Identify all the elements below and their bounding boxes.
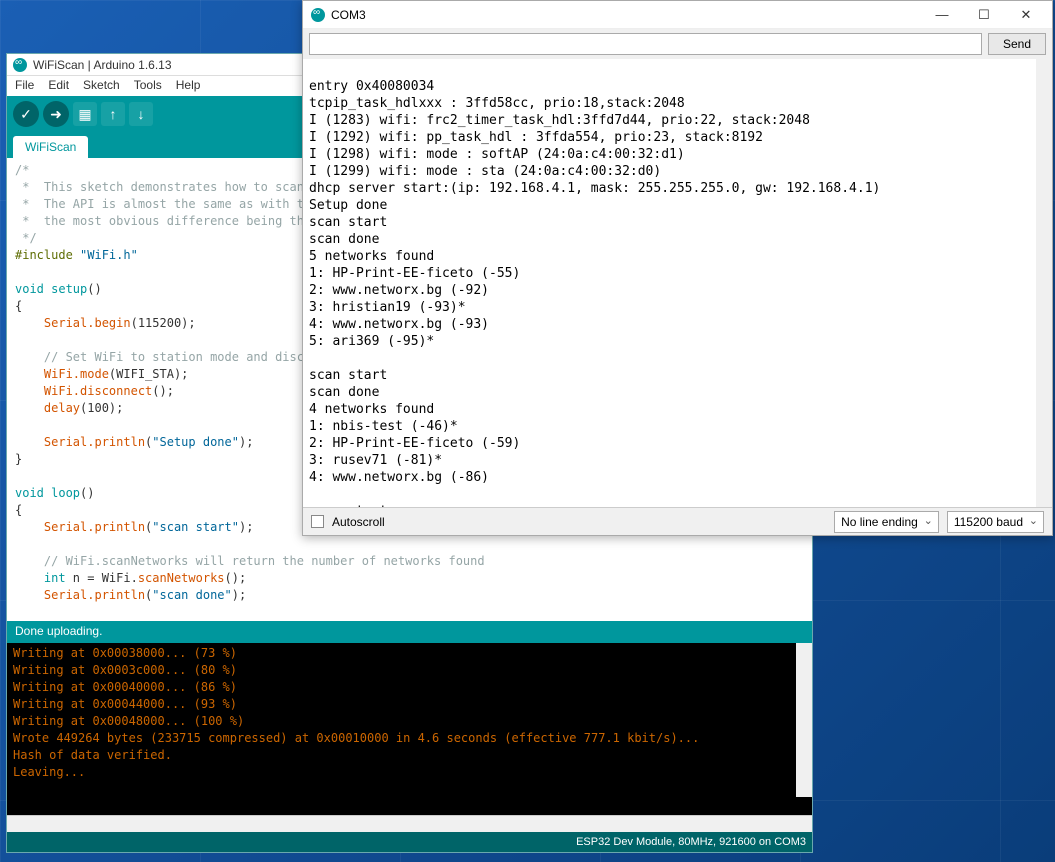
arduino-window-title: WiFiScan | Arduino 1.6.13	[33, 58, 172, 72]
serial-output[interactable]: entry 0x40080034 tcpip_task_hdlxxx : 3ff…	[303, 59, 1052, 507]
menu-edit[interactable]: Edit	[48, 78, 69, 94]
menu-file[interactable]: File	[15, 78, 34, 94]
menu-help[interactable]: Help	[176, 78, 201, 94]
serial-titlebar[interactable]: COM3 — ☐ ✕	[303, 1, 1052, 29]
serial-footer: Autoscroll No line ending 115200 baud	[303, 507, 1052, 535]
arduino-logo-icon	[311, 8, 325, 22]
serial-monitor-window: COM3 — ☐ ✕ Send entry 0x40080034 tcpip_t…	[302, 0, 1053, 536]
send-button[interactable]: Send	[988, 33, 1046, 55]
upload-button[interactable]: ➜	[43, 101, 69, 127]
menu-tools[interactable]: Tools	[134, 78, 162, 94]
arduino-footer: ESP32 Dev Module, 80MHz, 921600 on COM3	[7, 832, 812, 852]
menu-sketch[interactable]: Sketch	[83, 78, 120, 94]
minimize-button[interactable]: —	[924, 4, 960, 26]
maximize-button[interactable]: ☐	[966, 4, 1002, 26]
close-button[interactable]: ✕	[1008, 4, 1044, 26]
arduino-console[interactable]: Writing at 0x00038000... (73 %) Writing …	[7, 643, 812, 815]
save-sketch-button[interactable]: ↓	[129, 102, 153, 126]
line-ending-select[interactable]: No line ending	[834, 511, 939, 533]
serial-input-row: Send	[303, 29, 1052, 59]
open-sketch-button[interactable]: ↑	[101, 102, 125, 126]
serial-vertical-scrollbar[interactable]	[1036, 59, 1052, 507]
console-horizontal-scrollbar[interactable]	[7, 815, 812, 832]
serial-input[interactable]	[309, 33, 982, 55]
autoscroll-label: Autoscroll	[332, 515, 385, 529]
sketch-tab[interactable]: WiFiScan	[13, 136, 88, 158]
new-sketch-button[interactable]: ▦	[73, 102, 97, 126]
status-message: Done uploading.	[7, 621, 812, 643]
verify-button[interactable]: ✓	[13, 101, 39, 127]
autoscroll-checkbox[interactable]	[311, 515, 324, 528]
arduino-logo-icon	[13, 58, 27, 72]
board-info: ESP32 Dev Module, 80MHz, 921600 on COM3	[576, 836, 806, 848]
console-vertical-scrollbar[interactable]	[796, 643, 812, 797]
baud-rate-select[interactable]: 115200 baud	[947, 511, 1044, 533]
serial-window-title: COM3	[331, 8, 366, 22]
